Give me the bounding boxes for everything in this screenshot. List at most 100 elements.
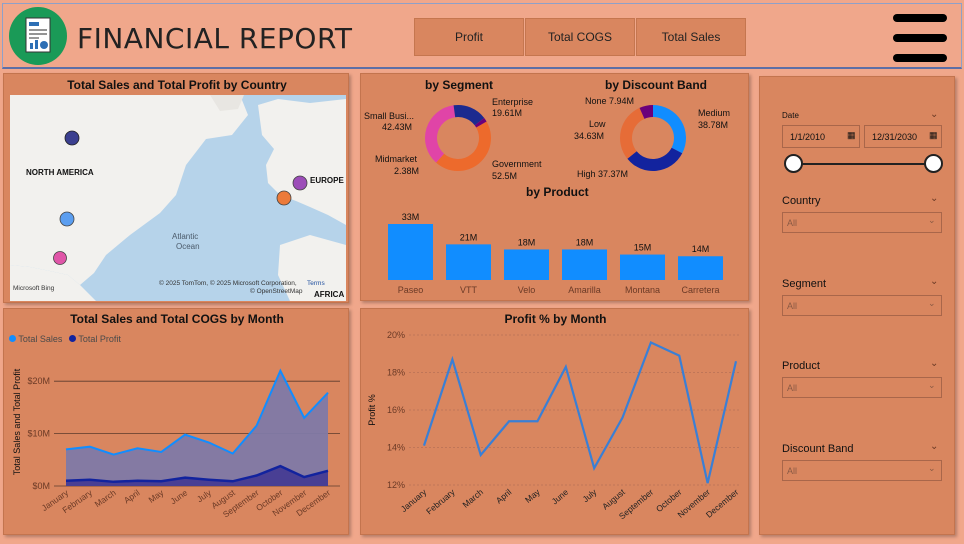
date-to-input[interactable]: 12/31/2030 ▦: [864, 125, 942, 148]
segment-label-small-business: Small Busi...: [364, 111, 415, 121]
legend-total-sales: Total Sales: [9, 334, 62, 344]
segment-slicer-label: Segment: [782, 278, 827, 290]
calendar-icon[interactable]: ▦: [847, 130, 856, 141]
product-x-tick-label: Paseo: [398, 285, 424, 295]
filter-panel: Date ⌄ 1/1/2010 ▦ 12/31/2030 ▦ Country ⌄ A…: [759, 76, 955, 535]
profit-percent-panel: Profit % by Month Profit % 12% 14% 16% 18% 2…: [360, 308, 749, 535]
line-y-tick-label: 18%: [387, 368, 405, 378]
chevron-down-icon[interactable]: ⌄: [930, 193, 938, 204]
product-bar-data-label: 15M: [634, 243, 652, 253]
discount-value-low: 34.63M: [574, 131, 605, 141]
chevron-down-icon[interactable]: ⌄: [928, 298, 936, 309]
product-x-tick-label: Montana: [625, 285, 660, 295]
country-map[interactable]: [10, 95, 346, 301]
date-slicer-label: Date: [782, 111, 799, 120]
map-panel: Total Sales and Total Profit by Country …: [3, 73, 349, 303]
product-title: by Product: [526, 185, 589, 199]
page-title: FINANCIAL REPORT: [77, 22, 353, 55]
chevron-down-icon[interactable]: ⌄: [930, 441, 938, 452]
product-bar-data-label: 18M: [576, 237, 594, 247]
discount-band-slicer-label: Discount Band: [782, 443, 854, 455]
line-x-tick-label: June: [550, 487, 571, 507]
discount-value-none: 7.94M: [609, 96, 635, 106]
discount-donut-chart[interactable]: [618, 103, 688, 173]
chevron-down-icon[interactable]: ⌄: [928, 463, 936, 474]
line-x-tick-label: July: [580, 486, 599, 504]
product-x-tick-label: Carretera: [681, 285, 719, 295]
line-y-tick-label: 20%: [387, 330, 405, 340]
discount-band-dropdown[interactable]: All ⌄: [782, 460, 942, 481]
product-bar-montana: [620, 254, 665, 280]
legend-total-profit: Total Profit: [69, 334, 121, 344]
product-bar-amarilla: [562, 249, 607, 280]
line-y-tick-label: 12%: [387, 480, 405, 490]
header-bar: FINANCIAL REPORT Profit Total COGS Total…: [2, 3, 962, 69]
map-osm-credit: © OpenStreetMap: [250, 288, 303, 295]
country-dropdown[interactable]: All ⌄: [782, 212, 942, 233]
report-logo-icon: [9, 7, 67, 65]
chevron-down-icon[interactable]: ⌄: [928, 215, 936, 226]
sales-month-panel: Total Sales and Total COGS by Month Tota…: [3, 308, 349, 535]
map-label-africa: AFRICA: [314, 290, 345, 299]
product-bar-chart[interactable]: 33M Paseo 21M VTT 18M Velo 18M Amarilla 15M Monta…: [361, 200, 750, 300]
area-x-tick-label: June: [168, 487, 189, 506]
discount-value-high: 37.37M: [598, 169, 629, 179]
chevron-down-icon[interactable]: ⌄: [930, 109, 938, 120]
segment-slice-government: [436, 121, 491, 172]
segment-dropdown[interactable]: All ⌄: [782, 295, 942, 316]
segment-value-enterprise: 19.61M: [492, 108, 523, 118]
nav-button-profit[interactable]: Profit: [414, 18, 524, 56]
chevron-down-icon[interactable]: ⌄: [930, 276, 938, 287]
profit-percent-line-chart[interactable]: 12%14%16%18%20%JanuaryFebruary March April…: [361, 327, 750, 534]
area-x-tick-label: May: [147, 487, 167, 505]
country-slicer-label: Country: [782, 195, 821, 207]
product-x-tick-label: VTT: [460, 285, 478, 295]
product-bar-data-label: 14M: [692, 244, 710, 254]
line-y-tick-label: 16%: [387, 405, 405, 415]
map-label-europe: EUROPE: [310, 176, 344, 185]
date-from-input[interactable]: 1/1/2010 ▦: [782, 125, 860, 148]
map-attribution: © 2025 TomTom, © 2025 Microsoft Corporat…: [159, 280, 297, 287]
product-bar-velo: [504, 249, 549, 280]
discount-title: by Discount Band: [605, 78, 708, 92]
discount-label-low: Low: [589, 119, 606, 129]
chevron-down-icon[interactable]: ⌄: [928, 380, 936, 391]
segment-donut-chart[interactable]: [423, 103, 493, 173]
product-bar-data-label: 21M: [460, 232, 478, 242]
line-x-tick-label: February: [424, 486, 457, 516]
discount-value-medium: 38.78M: [698, 120, 729, 130]
line-y-tick-label: 14%: [387, 443, 405, 453]
map-terms-link[interactable]: Terms: [307, 280, 325, 287]
map-bubble-canada: [64, 130, 80, 146]
date-range-slider-track[interactable]: [794, 163, 934, 165]
map-label-north-america: NORTH AMERICA: [26, 168, 94, 177]
area-y-tick-label: $20M: [27, 376, 50, 386]
map-bubble-usa: [59, 211, 75, 227]
sales-month-area-chart[interactable]: $0M$10M$20MJanuaryFebruaryMarch April May J…: [4, 349, 350, 534]
calendar-icon[interactable]: ▦: [929, 130, 938, 141]
hamburger-menu-icon[interactable]: [893, 14, 947, 62]
legend-dot-icon: [69, 335, 76, 342]
segment-value-government: 52.5M: [492, 171, 518, 181]
nav-button-total-sales[interactable]: Total Sales: [636, 18, 746, 56]
nav-button-total-cogs[interactable]: Total COGS: [525, 18, 635, 56]
discount-label-medium: Medium: [698, 108, 731, 118]
line-x-tick-label: April: [494, 487, 514, 506]
profit-percent-title: Profit % by Month: [504, 312, 607, 326]
breakdown-panel: by Segment by Discount Band Small Busi..…: [360, 73, 749, 301]
area-x-tick-label: April: [122, 487, 142, 505]
chevron-down-icon[interactable]: ⌄: [930, 358, 938, 369]
map-label-atlantic: Atlantic: [172, 232, 199, 241]
discount-label-none: None 7.94M: [585, 96, 635, 106]
product-bar-paseo: [388, 224, 433, 280]
area-y-tick-label: $10M: [27, 429, 50, 439]
product-x-tick-label: Amarilla: [568, 285, 601, 295]
discount-slice-low: [620, 107, 645, 159]
date-range-end-handle[interactable]: [924, 154, 943, 173]
product-x-tick-label: Velo: [518, 285, 536, 295]
date-range-start-handle[interactable]: [784, 154, 803, 173]
discount-label-high: High 37.37M: [577, 169, 629, 179]
product-dropdown[interactable]: All ⌄: [782, 377, 942, 398]
segment-value-midmarket: 2.38M: [394, 166, 420, 176]
product-bar-vtt: [446, 244, 491, 280]
